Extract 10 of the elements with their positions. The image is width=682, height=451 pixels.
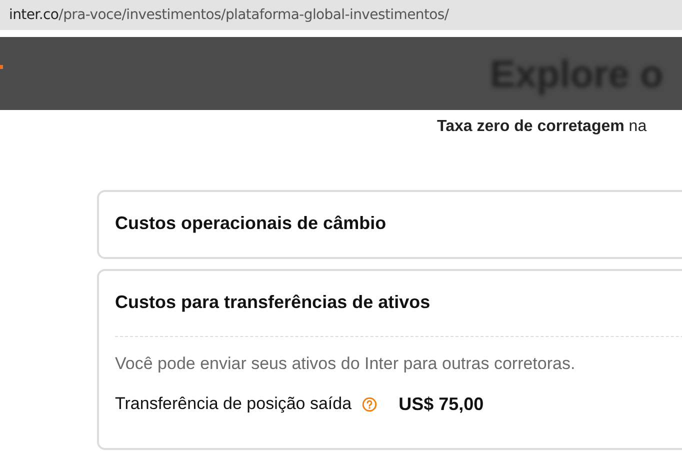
accordion-header[interactable]: Custos para transferências de ativos	[115, 271, 682, 336]
description-text: Você pode enviar seus ativos do Inter para outras corretoras.	[115, 353, 576, 375]
fee-label: Transferência de posição saída	[115, 393, 352, 416]
subtitle: Taxa zero de corretagem na	[436, 117, 648, 137]
fee-value: US$ 75,00	[398, 392, 484, 416]
url-text: inter.co/pra-voce/investimentos/plataforma-global-investimentos/	[9, 6, 449, 24]
help-icon[interactable]	[362, 396, 377, 412]
logo-mark	[0, 65, 3, 69]
address-bar[interactable]: inter.co/pra-voce/investimentos/plataforma-global-investimentos/	[0, 0, 682, 30]
accordion-header[interactable]: Custos operacionais de câmbio	[115, 192, 682, 257]
